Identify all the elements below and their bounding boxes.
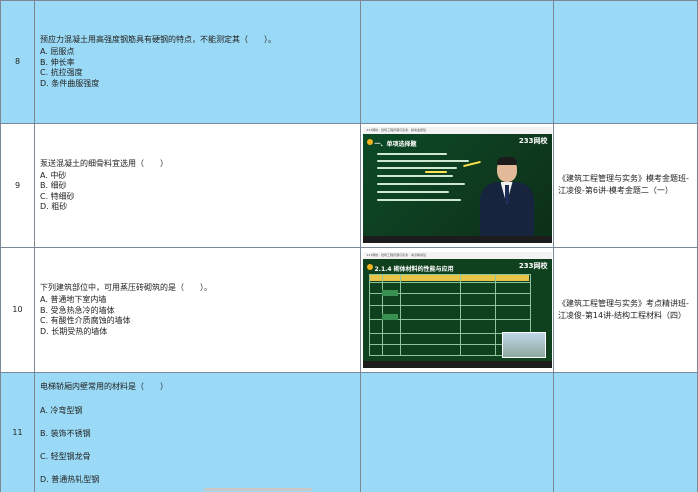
- option-d: D. 普通热轧型钢: [40, 475, 100, 484]
- player-toolbar: 233网校 · 建筑工程管理与实务 · 模考金题班: [362, 127, 552, 134]
- source-text: 《建筑工程管理与实务》考点精讲班-江凌俊-第14讲-结构工程材料（四）: [558, 298, 689, 320]
- row-number: 10: [12, 305, 23, 314]
- video-cell: [361, 0, 554, 123]
- option-a: A. 冷弯型钢: [40, 406, 83, 415]
- slide-text-line: [376, 160, 469, 162]
- row-number-cell: 11: [0, 372, 35, 492]
- player-controls[interactable]: [362, 236, 552, 243]
- question-text: 预应力混凝土用高强度钢筋具有硬钢的特点，不能测定其（ ）。: [40, 35, 276, 44]
- player-toolbar-text: 233网校 · 建筑工程管理与实务 · 考点精讲班: [366, 252, 426, 257]
- option-a: A. 屈服点: [40, 47, 75, 56]
- player-controls[interactable]: [362, 360, 552, 368]
- slide-text-line: [376, 153, 447, 155]
- slide-text-line: [376, 167, 457, 169]
- player-toolbar-text: 233网校 · 建筑工程管理与实务 · 模考金题班: [366, 128, 426, 132]
- question-cell: 电梯轿厢内壁常用的材料是（ ） A. 冷弯型钢 B. 装饰不锈钢 C. 轻型钢龙…: [35, 372, 361, 492]
- grid-line: [0, 0, 698, 1]
- slide-headline: 一、单项选择题: [374, 141, 417, 148]
- video-thumbnail[interactable]: 233网校 · 建筑工程管理与实务 · 考点精讲班 2.1.4 砌体材料的性能与…: [362, 251, 552, 368]
- grid-line: [0, 372, 698, 373]
- slide-headline: 2.1.4 砌体材料的性能与应用: [374, 265, 454, 273]
- table-row[interactable]: 11 电梯轿厢内壁常用的材料是（ ） A. 冷弯型钢 B. 装饰不锈钢 C. 轻…: [0, 372, 698, 492]
- source-cell: 《建筑工程管理与实务》模考金题班-江凌俊-第6讲-模考金题二（一）: [554, 123, 698, 247]
- option-d: D. 长期受热的墙体: [40, 326, 108, 336]
- source-text: 《建筑工程管理与实务》模考金题班-江凌俊-第6讲-模考金题二（一）: [558, 174, 689, 195]
- table-row[interactable]: 9 泵送混凝土的细骨料宜选用（ ） A. 中砂 B. 细砂 C. 特细砂 D. …: [0, 123, 698, 247]
- brand-logo-icon: 233网校: [518, 261, 548, 270]
- option-a: A. 中砂: [40, 170, 67, 180]
- slide-text-line: [376, 175, 453, 177]
- row-number-cell: 9: [0, 123, 35, 247]
- horizontal-scrollbar[interactable]: [204, 488, 312, 491]
- question-cell: 泵送混凝土的细骨料宜选用（ ） A. 中砂 B. 细砂 C. 特细砂 D. 粗砂: [35, 123, 361, 247]
- option-c: C. 有酸性介质腐蚀的墙体: [40, 316, 131, 325]
- option-b: B. 装饰不锈钢: [40, 429, 91, 438]
- option-d: D. 粗砂: [40, 202, 68, 211]
- row-number-cell: 10: [0, 247, 35, 372]
- option-b: B. 受急热急冷的墙体: [40, 305, 115, 315]
- option-b: B. 伸长率: [40, 57, 75, 67]
- option-c: C. 抗拉强度: [40, 68, 83, 77]
- bullet-icon: [366, 139, 373, 145]
- question-cell: 预应力混凝土用高强度钢筋具有硬钢的特点，不能测定其（ ）。 A. 屈服点 B. …: [35, 0, 361, 123]
- question-table: 8 预应力混凝土用高强度钢筋具有硬钢的特点，不能测定其（ ）。 A. 屈服点 B…: [0, 0, 698, 492]
- bullet-icon: [366, 263, 373, 270]
- highlighted-cell: [381, 289, 398, 296]
- question-text: 泵送混凝土的细骨料宜选用（ ）: [40, 158, 168, 168]
- table-row[interactable]: 10 下列建筑部位中，可用蒸压砖砌筑的是（ ）。 A. 普通地下室内墙 B. 受…: [0, 247, 698, 372]
- highlighted-cell: [381, 313, 398, 320]
- row-number: 11: [12, 427, 23, 437]
- video-thumbnail[interactable]: 233网校 · 建筑工程管理与实务 · 模考金题班 一、单项选择题 233网校: [362, 127, 552, 243]
- grid-line: [0, 247, 698, 248]
- option-a: A. 普通地下室内墙: [40, 295, 107, 304]
- slide-text-line: [376, 191, 449, 193]
- row-number: 8: [14, 57, 21, 66]
- building-photo: [501, 331, 546, 358]
- grid-line: [0, 123, 698, 124]
- video-cell: 233网校 · 建筑工程管理与实务 · 考点精讲班 2.1.4 砌体材料的性能与…: [361, 247, 554, 372]
- source-cell: [554, 372, 698, 492]
- brand-logo-icon: 233网校: [518, 137, 548, 145]
- option-c: C. 轻型钢龙骨: [40, 452, 91, 461]
- question-text: 下列建筑部位中，可用蒸压砖砌筑的是（ ）。: [40, 283, 212, 292]
- option-b: B. 细砂: [40, 181, 67, 190]
- option-d: D. 条件曲服强度: [40, 78, 100, 88]
- lecturer-figure: [479, 157, 534, 236]
- table-row[interactable]: 8 预应力混凝土用高强度钢筋具有硬钢的特点，不能测定其（ ）。 A. 屈服点 B…: [0, 0, 698, 123]
- annotation-mark: [424, 171, 447, 173]
- player-toolbar: 233网校 · 建筑工程管理与实务 · 考点精讲班: [362, 251, 552, 259]
- slide-text-line: [376, 183, 465, 185]
- row-number-cell: 8: [0, 0, 35, 123]
- row-number: 9: [14, 180, 21, 190]
- source-cell: 《建筑工程管理与实务》考点精讲班-江凌俊-第14讲-结构工程材料（四）: [554, 247, 698, 372]
- source-cell: [554, 0, 698, 123]
- question-cell: 下列建筑部位中，可用蒸压砖砌筑的是（ ）。 A. 普通地下室内墙 B. 受急热急…: [35, 247, 361, 372]
- option-c: C. 特细砂: [40, 191, 75, 201]
- question-text: 电梯轿厢内壁常用的材料是（ ）: [40, 382, 168, 391]
- video-cell: [361, 372, 554, 492]
- video-cell: 233网校 · 建筑工程管理与实务 · 模考金题班 一、单项选择题 233网校: [361, 123, 554, 247]
- slide-text-line: [376, 199, 461, 201]
